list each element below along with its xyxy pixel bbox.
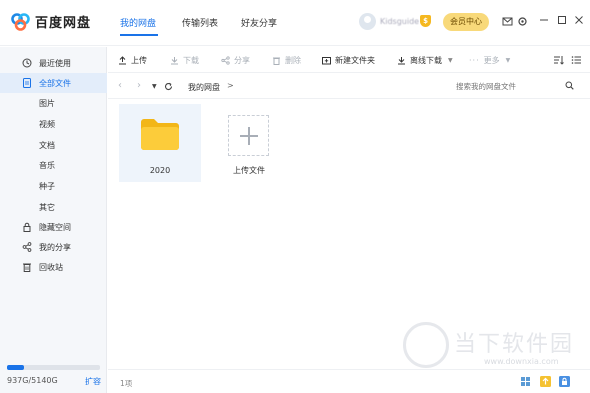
path-bar: ‹ › ▼ 我的网盘 > xyxy=(108,74,590,99)
sidebar-item-label: 隐藏空间 xyxy=(39,222,71,232)
more-label: 更多 xyxy=(483,56,500,65)
search-input[interactable] xyxy=(453,78,579,95)
more-button[interactable]: ··· 更多 ▼ xyxy=(469,55,510,66)
sidebar-subitem-music[interactable]: 音乐 xyxy=(39,160,55,171)
mail-icon[interactable] xyxy=(502,16,513,27)
sidebar-item-all-files[interactable]: 全部文件 xyxy=(0,73,107,93)
trash-icon xyxy=(23,263,31,272)
offline-download-button[interactable]: 离线下载 ▼ xyxy=(397,55,453,66)
chevron-down-icon: ▼ xyxy=(448,57,453,64)
username[interactable]: Kidsguide xyxy=(380,17,419,26)
offline-download-label: 离线下载 xyxy=(410,56,442,65)
new-folder-label: 新建文件夹 xyxy=(335,56,375,65)
sidebar-item-label: 最近使用 xyxy=(39,58,71,68)
upload-file-tile[interactable] xyxy=(228,115,269,156)
share-icon xyxy=(221,56,230,65)
watermark-url: www.downxia.com xyxy=(484,357,559,366)
title-bar: 百度网盘 我的网盘 传输列表 好友分享 Kidsguide $ 会员中心 xyxy=(0,0,590,46)
lock-status-icon[interactable] xyxy=(559,376,570,387)
back-arrow-icon[interactable]: ‹ xyxy=(118,80,122,91)
status-bar: 1项 xyxy=(108,369,590,393)
history-dropdown-icon[interactable]: ▼ xyxy=(152,83,157,90)
close-icon[interactable] xyxy=(573,14,585,26)
sidebar-item-recycle-bin[interactable]: 回收站 xyxy=(0,257,107,277)
sidebar-item-hidden-space[interactable]: 隐藏空间 xyxy=(0,217,107,237)
file-icon xyxy=(23,78,31,88)
forward-arrow-icon[interactable]: › xyxy=(137,80,141,91)
minimize-icon[interactable] xyxy=(538,14,550,26)
clock-icon xyxy=(22,58,32,68)
app-name: 百度网盘 xyxy=(35,16,92,31)
delete-button[interactable]: 删除 xyxy=(272,55,301,66)
sidebar-item-my-shares[interactable]: 我的分享 xyxy=(0,237,107,257)
grid-view-icon[interactable] xyxy=(520,376,531,387)
delete-label: 删除 xyxy=(285,56,301,65)
download-icon xyxy=(171,57,178,65)
toolbar: 上传 下载 分享 删除 新建文件夹 离线下载 ▼ ··· 更多 ▼ xyxy=(108,47,590,73)
tab-transfer-list[interactable]: 传输列表 xyxy=(182,16,218,29)
avatar[interactable] xyxy=(359,13,376,30)
share-button[interactable]: 分享 xyxy=(221,55,250,66)
share-label: 分享 xyxy=(234,56,250,65)
sidebar-item-recent[interactable]: 最近使用 xyxy=(0,53,107,73)
download-label: 下载 xyxy=(183,56,199,65)
refresh-icon[interactable] xyxy=(164,82,173,91)
expand-storage-link[interactable]: 扩容 xyxy=(85,376,101,387)
storage-quota-bar xyxy=(7,365,100,370)
folder-icon xyxy=(141,119,179,150)
active-tab-indicator xyxy=(120,34,158,36)
sidebar-subitem-others[interactable]: 其它 xyxy=(39,202,55,213)
download-button[interactable]: 下载 xyxy=(170,55,199,66)
sidebar-item-label: 我的分享 xyxy=(39,242,71,252)
app-logo[interactable]: 百度网盘 xyxy=(10,12,91,31)
upload-status-icon[interactable] xyxy=(540,376,551,387)
maximize-icon[interactable] xyxy=(556,14,568,26)
new-folder-icon xyxy=(322,57,331,65)
offline-download-icon xyxy=(398,57,405,65)
folder-name: 2020 xyxy=(149,166,171,175)
upload-file-label: 上传文件 xyxy=(233,166,265,175)
vip-center-button[interactable]: 会员中心 xyxy=(443,13,489,31)
sidebar: 最近使用 全部文件 图片 视频 文档 音乐 种子 其它 隐藏空间 我的分享 回收… xyxy=(0,47,107,393)
search-icon[interactable] xyxy=(565,81,574,90)
upload-icon xyxy=(119,56,126,65)
breadcrumb-separator: > xyxy=(227,81,234,90)
storage-quota-text: 937G/5140G xyxy=(7,376,58,385)
settings-gear-icon[interactable] xyxy=(517,16,528,27)
share-icon xyxy=(22,242,32,252)
watermark-logo xyxy=(403,322,449,368)
chevron-down-icon: ▼ xyxy=(505,57,511,64)
sidebar-subitem-documents[interactable]: 文档 xyxy=(39,140,55,151)
lock-icon xyxy=(23,222,31,232)
more-dots-icon: ··· xyxy=(469,56,480,65)
sidebar-item-label: 全部文件 xyxy=(39,78,71,88)
new-folder-button[interactable]: 新建文件夹 xyxy=(322,55,375,66)
sidebar-subitem-videos[interactable]: 视频 xyxy=(39,119,55,130)
tab-my-drive[interactable]: 我的网盘 xyxy=(120,16,156,29)
tab-friend-share[interactable]: 好友分享 xyxy=(241,16,277,29)
watermark-text: 当下软件园 xyxy=(454,332,575,357)
sidebar-subitem-torrents[interactable]: 种子 xyxy=(39,181,55,192)
storage-quota-fill xyxy=(7,365,24,370)
sort-icon[interactable] xyxy=(553,55,564,65)
breadcrumb[interactable]: 我的网盘 xyxy=(188,82,220,93)
item-count: 1项 xyxy=(120,379,133,388)
trash-icon xyxy=(273,57,280,65)
list-view-icon[interactable] xyxy=(571,55,582,65)
baidu-cloud-logo-icon xyxy=(11,12,30,31)
sidebar-item-label: 回收站 xyxy=(39,262,63,272)
sidebar-subitem-images[interactable]: 图片 xyxy=(39,98,55,109)
vip-level-icon: $ xyxy=(420,15,431,27)
folder-item[interactable]: 2020 xyxy=(119,104,201,182)
upload-label: 上传 xyxy=(131,56,147,65)
upload-button[interactable]: 上传 xyxy=(118,55,147,66)
